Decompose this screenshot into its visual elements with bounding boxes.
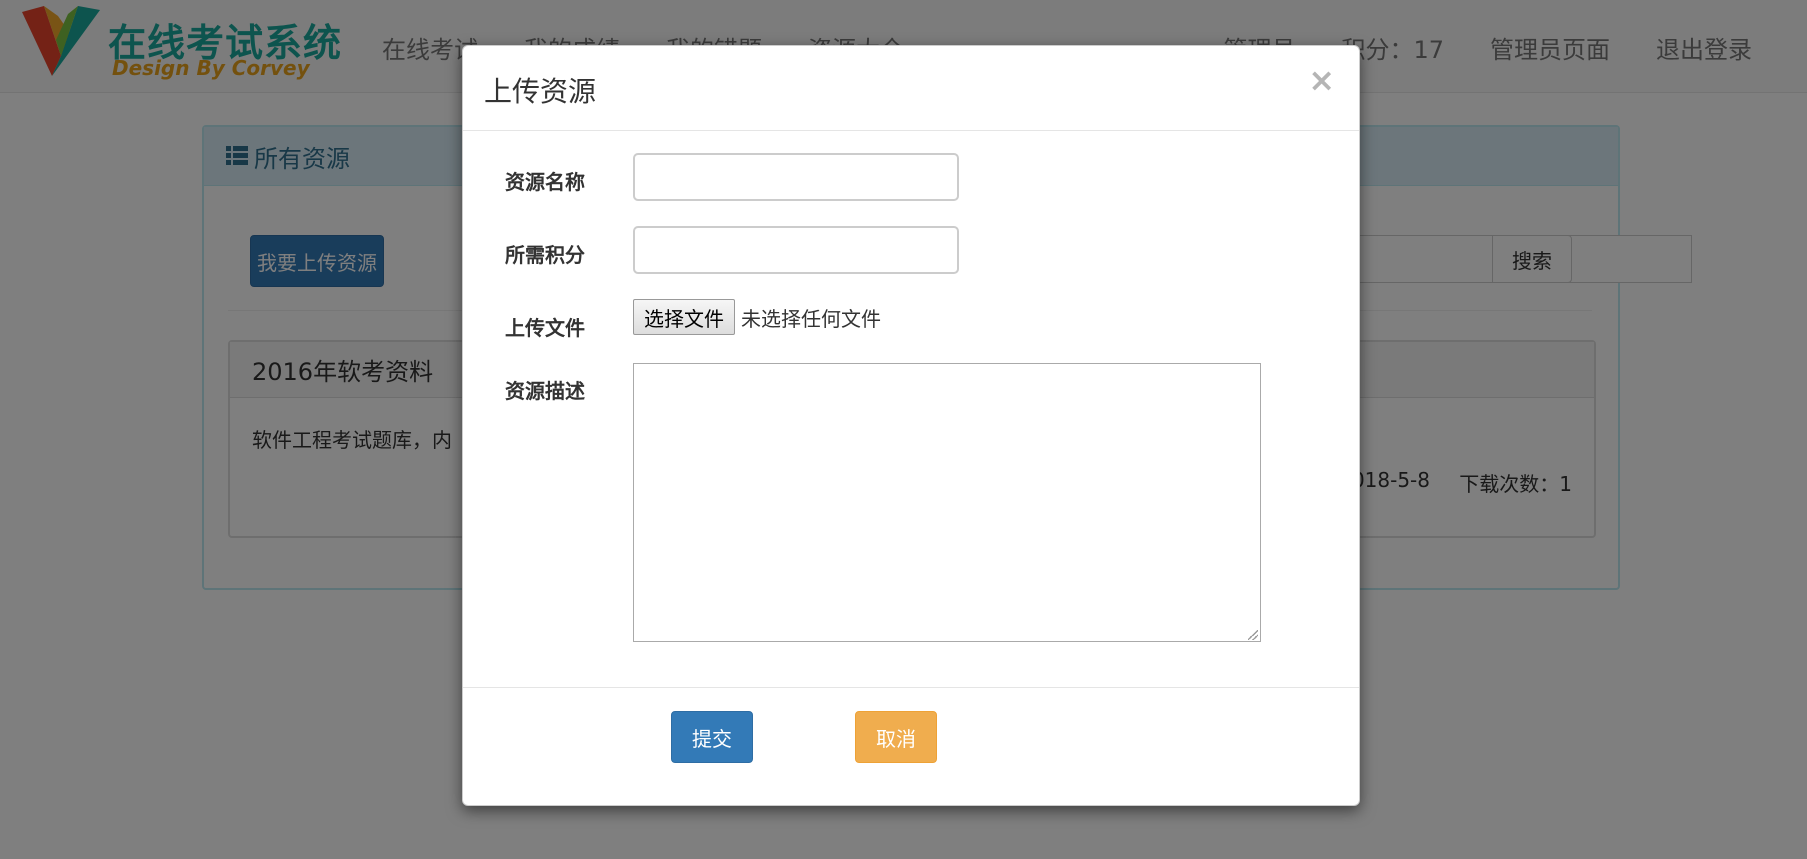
file-picker: 选择文件 未选择任何文件 [633, 299, 881, 335]
modal-header: 上传资源 × [463, 46, 1359, 131]
modal-title: 上传资源 [484, 75, 597, 108]
resize-grip-icon[interactable] [1248, 630, 1258, 640]
file-status: 未选择任何文件 [741, 306, 881, 331]
cancel-button[interactable]: 取消 [855, 711, 937, 763]
submit-button[interactable]: 提交 [671, 711, 753, 763]
close-icon[interactable]: × [1308, 64, 1335, 96]
resource-description-textarea[interactable] [633, 363, 1261, 642]
modal-footer-divider [463, 687, 1359, 688]
required-points-label: 所需积分 [505, 243, 585, 267]
resource-name-label: 资源名称 [505, 170, 585, 194]
upload-resource-modal: 上传资源 × 资源名称 所需积分 上传文件 选择文件 未选择任何文件 资源描述 … [462, 45, 1360, 806]
resource-description-label: 资源描述 [505, 379, 585, 403]
resource-name-input[interactable] [633, 153, 959, 201]
choose-file-button[interactable]: 选择文件 [633, 299, 735, 335]
required-points-input[interactable] [633, 226, 959, 274]
upload-file-label: 上传文件 [505, 316, 585, 340]
